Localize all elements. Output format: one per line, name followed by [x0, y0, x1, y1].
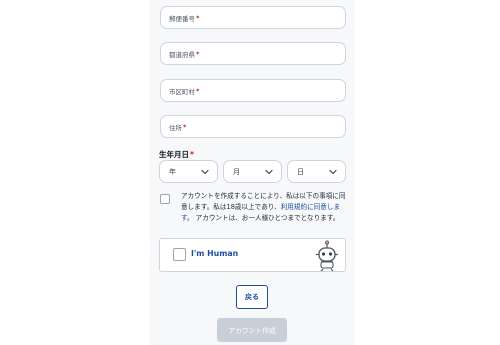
address-input[interactable]: 住所 * [160, 115, 346, 138]
agreement-text: アカウントを作成することにより、私は以下の事項に同意します。私は18歳以上であり… [181, 191, 349, 224]
city-label: 市区町村 [169, 87, 195, 96]
required-mark: * [196, 86, 200, 95]
agreement-checkbox[interactable] [160, 194, 170, 204]
day-select[interactable]: 日 [287, 160, 346, 183]
chevron-down-icon [201, 169, 209, 174]
prefecture-input[interactable]: 都道府県 * [160, 42, 346, 65]
captcha-checkbox[interactable] [173, 248, 186, 261]
required-mark: * [196, 49, 200, 58]
required-mark: * [183, 122, 187, 131]
month-select-value: 月 [233, 167, 240, 176]
address-label: 住所 [169, 123, 182, 132]
day-select-value: 日 [297, 167, 304, 176]
back-button[interactable]: 戻る [236, 285, 268, 309]
chevron-down-icon [265, 169, 273, 174]
city-input[interactable]: 市区町村 * [160, 79, 346, 102]
year-select-value: 年 [169, 167, 176, 176]
agreement-text-part2: 。 アカウントは、お一人様ひとつまでとなります。 [186, 214, 340, 222]
required-mark: * [190, 150, 194, 159]
year-select[interactable]: 年 [159, 160, 218, 183]
prefecture-label: 都道府県 [169, 50, 195, 59]
chevron-down-icon [329, 169, 337, 174]
month-select[interactable]: 月 [223, 160, 282, 183]
postal-code-input[interactable]: 郵便番号 * [160, 6, 346, 29]
postal-code-label: 郵便番号 [169, 14, 195, 23]
dob-label: 生年月日* [159, 149, 194, 160]
captcha-label: I'm Human [191, 249, 239, 258]
captcha-widget: I'm Human [159, 238, 346, 272]
dob-label-text: 生年月日 [159, 150, 189, 159]
create-account-button[interactable]: アカウント作成 [217, 318, 287, 342]
required-mark: * [196, 13, 200, 22]
robot-icon [316, 240, 338, 272]
